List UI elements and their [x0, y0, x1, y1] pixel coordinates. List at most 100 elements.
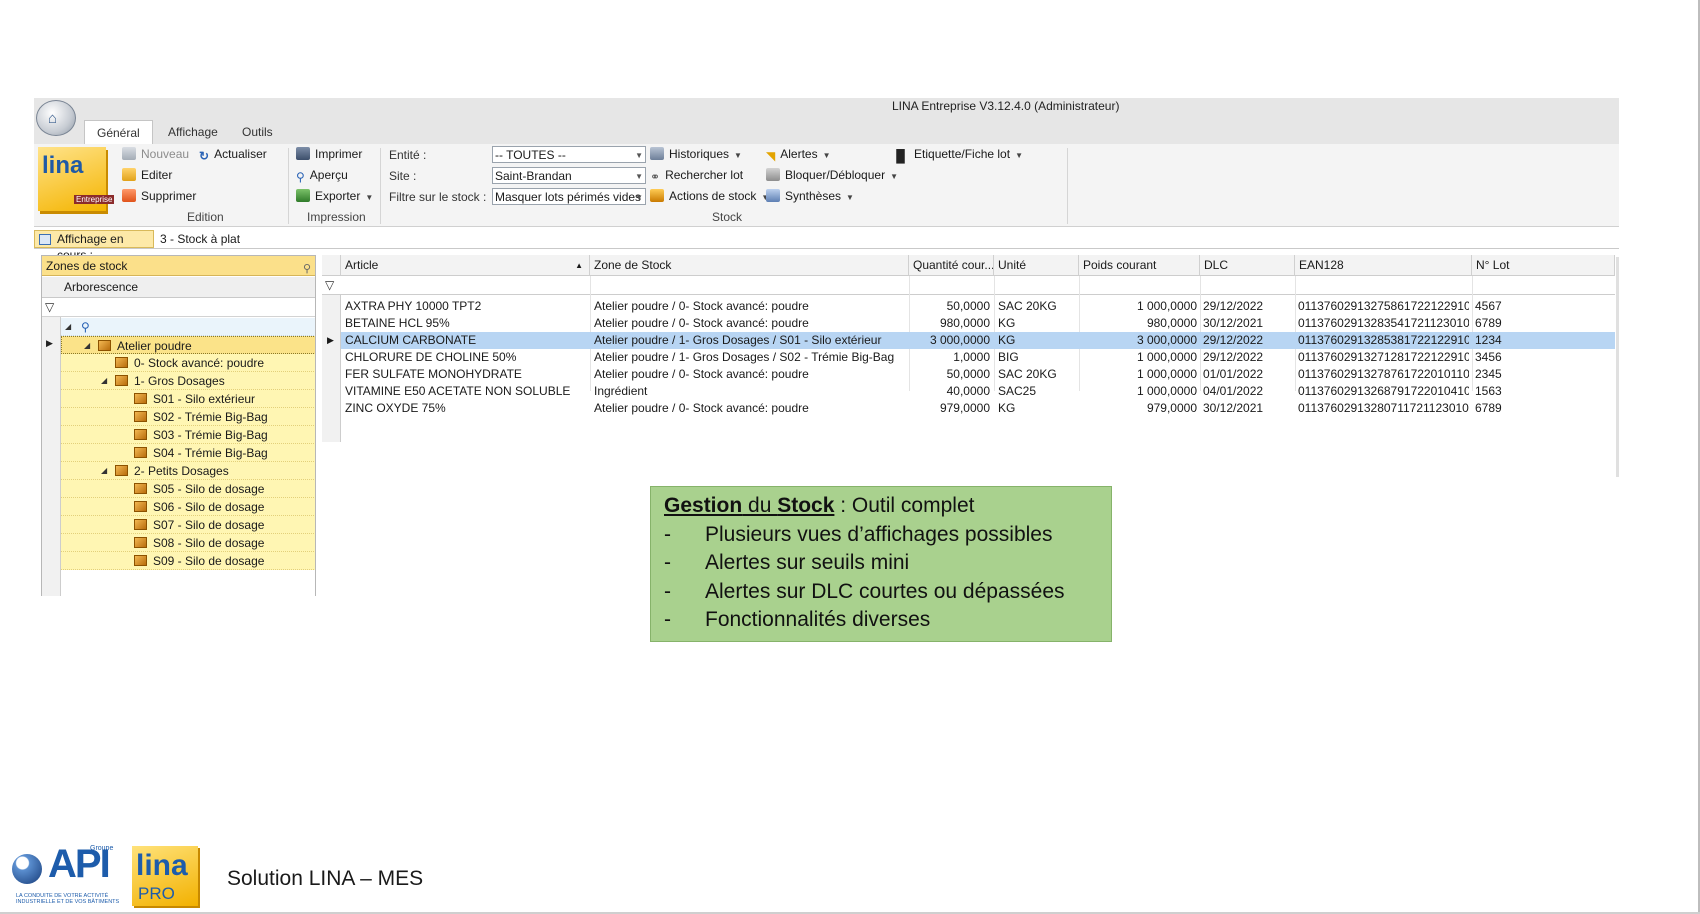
refresh-icon: ↻: [199, 149, 210, 163]
site-icon: ⚲: [81, 320, 90, 334]
lina-logo: lina Entreprise: [38, 147, 118, 213]
current-row-icon: ▶: [327, 335, 334, 345]
box-icon: [134, 483, 147, 494]
collapse-icon[interactable]: ◢: [101, 462, 107, 480]
box-icon: [134, 429, 147, 440]
tree-node[interactable]: 0- Stock avancé: poudre: [61, 354, 315, 372]
history-button[interactable]: Historiques ▼: [650, 145, 742, 163]
printer-icon: [296, 147, 310, 160]
table-row[interactable]: ZINC OXYDE 75% Atelier poudre / 0- Stock…: [322, 400, 1615, 417]
table-row[interactable]: VITAMINE E50 ACETATE NON SOLUBLE Ingrédi…: [322, 383, 1615, 400]
print-button[interactable]: Imprimer: [296, 145, 362, 163]
new-icon: [122, 147, 136, 160]
new-button[interactable]: Nouveau: [122, 145, 189, 163]
column-header-weight[interactable]: Poids courant: [1079, 255, 1200, 276]
table-row[interactable]: BETAINE HCL 95% Atelier poudre / 0- Stoc…: [322, 315, 1615, 332]
box-icon: [134, 519, 147, 530]
edit-icon: [122, 168, 136, 181]
column-header-zone[interactable]: Zone de Stock: [590, 255, 909, 276]
edit-button[interactable]: Editer: [122, 166, 172, 184]
collapse-icon[interactable]: ◢: [101, 372, 107, 390]
column-header-dlc[interactable]: DLC: [1200, 255, 1295, 276]
current-row-icon: ▶: [46, 338, 53, 348]
pin-icon[interactable]: ⚲: [303, 259, 311, 279]
tab-outils[interactable]: Outils: [230, 120, 285, 144]
grid-filter-row[interactable]: ▽: [322, 276, 1615, 295]
tree-node[interactable]: ◢ 2- Petits Dosages: [61, 462, 315, 480]
block-unblock-button[interactable]: Bloquer/Débloquer ▼: [766, 166, 898, 184]
chevron-down-icon: ▼: [890, 172, 898, 181]
collapse-icon[interactable]: ◢: [84, 337, 90, 355]
home-icon: ⌂: [48, 110, 58, 127]
tree-node[interactable]: S08 - Silo de dosage: [61, 534, 315, 552]
table-row[interactable]: AXTRA PHY 10000 TPT2 Atelier poudre / 0-…: [322, 298, 1615, 315]
alerts-button[interactable]: ◥ Alertes ▼: [766, 145, 831, 163]
tree-node[interactable]: S09 - Silo de dosage: [61, 552, 315, 570]
preview-button[interactable]: ⚲ Aperçu: [296, 166, 348, 184]
box-icon: [134, 447, 147, 458]
tree-node[interactable]: S04 - Trémie Big-Bag: [61, 444, 315, 462]
filter-icon[interactable]: ▽: [45, 300, 54, 314]
filter-icon[interactable]: ▽: [325, 278, 334, 292]
tree-node[interactable]: S05 - Silo de dosage: [61, 480, 315, 498]
refresh-button[interactable]: ↻ Actualiser: [199, 145, 267, 163]
group-separator: [288, 148, 289, 224]
grid-scroll-edge: [1616, 257, 1619, 477]
column-header-article[interactable]: Article ▲: [341, 255, 590, 276]
syntheses-button[interactable]: Synthèses ▼: [766, 187, 854, 205]
globe-icon: [12, 854, 42, 884]
box-icon: [134, 555, 147, 566]
chart-icon: [766, 189, 780, 202]
callout-title: Gestion du Stock : Outil complet: [664, 494, 975, 517]
box-icon: [134, 393, 147, 404]
delete-button[interactable]: Supprimer: [122, 187, 196, 205]
barcode-icon: ▐▌: [892, 149, 910, 163]
column-header-lot[interactable]: N° Lot: [1472, 255, 1615, 276]
tree-node[interactable]: S02 - Trémie Big-Bag: [61, 408, 315, 426]
stock-grid: Article ▲ Zone de Stock Quantité cour... …: [322, 255, 1619, 442]
box-icon: [115, 357, 128, 368]
ribbon: lina Entreprise Nouveau ↻ Actualiser Edit…: [34, 144, 1619, 227]
tree-filter-row[interactable]: ▽: [42, 298, 315, 317]
column-header-quantity[interactable]: Quantité cour...: [909, 255, 994, 276]
group-separator: [380, 148, 381, 224]
entity-select[interactable]: -- TOUTES -- ▼: [492, 146, 646, 163]
chevron-down-icon: ▼: [734, 151, 742, 160]
current-view-value[interactable]: 3 - Stock à plat: [160, 230, 240, 248]
label-sheet-button[interactable]: ▐▌ Etiquette/Fiche lot ▼: [892, 145, 1023, 163]
row-indicator: ▶: [322, 332, 341, 349]
tree-node[interactable]: S03 - Trémie Big-Bag: [61, 426, 315, 444]
tree-node[interactable]: S06 - Silo de dosage: [61, 498, 315, 516]
app-menu-button[interactable]: ⌂: [36, 100, 76, 136]
column-header-unit[interactable]: Unité: [994, 255, 1079, 276]
column-header-ean[interactable]: EAN128: [1295, 255, 1472, 276]
tree-column-header[interactable]: Arborescence: [42, 277, 315, 298]
table-row[interactable]: CHLORURE DE CHOLINE 50% Atelier poudre /…: [322, 349, 1615, 366]
api-group-logo: API Groupe LA CONDUITE DE VOTRE ACTIVITÉ…: [10, 842, 119, 906]
tab-affichage[interactable]: Affichage: [156, 120, 230, 144]
table-row[interactable]: FER SULFATE MONOHYDRATE Atelier poudre /…: [322, 366, 1615, 383]
tree-node[interactable]: ◢ Atelier poudre: [61, 336, 315, 355]
box-icon: [134, 411, 147, 422]
group-label-impression: Impression: [307, 210, 366, 224]
tree-node[interactable]: ◢ 1- Gros Dosages: [61, 372, 315, 390]
tab-general[interactable]: Général: [84, 120, 153, 145]
footer-title: Solution LINA – MES: [227, 867, 424, 890]
sort-asc-icon: ▲: [575, 261, 583, 270]
box-icon: [98, 340, 111, 351]
stock-actions-icon: [650, 189, 664, 202]
stock-zones-panel: Zones de stock ⚲ Arborescence ▽ ▶ ◢ ⚲ ◢ A…: [41, 255, 316, 596]
export-button[interactable]: Exporter ▼: [296, 187, 373, 205]
stock-filter-select[interactable]: Masquer lots périmés vides ▼: [492, 188, 646, 205]
stock-actions-button[interactable]: Actions de stock▼: [650, 187, 769, 205]
box-icon: [115, 375, 128, 386]
tree-node[interactable]: S07 - Silo de dosage: [61, 516, 315, 534]
table-row-selected[interactable]: ▶ CALCIUM CARBONATE Atelier poudre / 1- …: [322, 332, 1615, 349]
search-lot-button[interactable]: ⚭ Rechercher lot: [650, 166, 743, 184]
collapse-icon[interactable]: ◢: [65, 318, 71, 336]
current-view-bar: Affichage en cours : 3 - Stock à plat: [34, 230, 1619, 262]
magnifier-icon: ⚲: [296, 170, 305, 184]
tree-node[interactable]: S01 - Silo extérieur: [61, 390, 315, 408]
tree-root-node[interactable]: ◢ ⚲: [61, 318, 315, 336]
site-select[interactable]: Saint-Brandan ▼: [492, 167, 646, 184]
